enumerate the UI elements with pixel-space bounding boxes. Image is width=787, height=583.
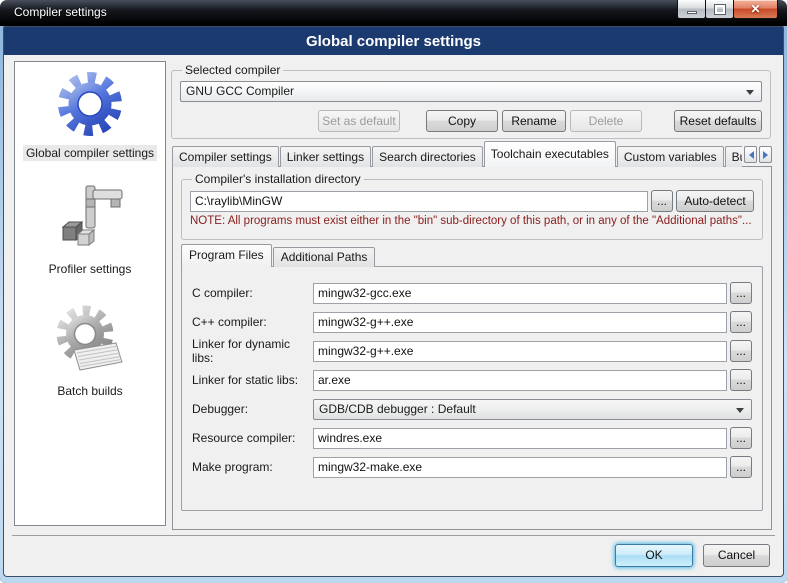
field-label: Linker for dynamic libs: xyxy=(192,337,313,365)
footer-separator xyxy=(12,535,775,536)
selected-compiler-legend: Selected compiler xyxy=(182,63,283,77)
sidebar-item-label: Batch builds xyxy=(54,383,125,399)
sidebar-item-batch-builds[interactable]: Batch builds xyxy=(54,304,125,399)
tab-toolchain-executables[interactable]: Toolchain executables xyxy=(484,141,616,167)
browse-make-program-button[interactable]: ... xyxy=(730,456,752,478)
browse-dynamic-linker-button[interactable]: ... xyxy=(730,340,752,362)
programs-subtab-bar: Program Files Additional Paths xyxy=(181,244,376,267)
minimize-button[interactable] xyxy=(677,0,706,19)
tab-search-directories[interactable]: Search directories xyxy=(372,146,483,167)
tab-scroll-buttons xyxy=(744,146,772,163)
tab-linker-settings[interactable]: Linker settings xyxy=(280,146,371,167)
tab-compiler-settings[interactable]: Compiler settings xyxy=(172,146,279,167)
field-label: Debugger: xyxy=(192,402,313,416)
dialog-header: Global compiler settings xyxy=(4,27,783,55)
titlebar[interactable]: Compiler settings ✕ xyxy=(0,0,787,26)
make-program-input[interactable] xyxy=(313,457,727,478)
subtab-additional-paths[interactable]: Additional Paths xyxy=(273,247,376,267)
auto-detect-button[interactable]: Auto-detect xyxy=(676,190,754,212)
close-icon: ✕ xyxy=(750,2,760,16)
settings-category-list: Global compiler settings xyxy=(14,61,166,526)
maximize-icon xyxy=(715,5,725,14)
blue-gear-icon xyxy=(55,66,125,142)
tab-scroll-left-button[interactable] xyxy=(744,146,757,163)
sidebar-item-profiler-settings[interactable]: Profiler settings xyxy=(46,182,135,277)
dialog-body: Global compiler settings Gl xyxy=(3,26,784,577)
field-label: Linker for static libs: xyxy=(192,373,313,387)
cancel-button[interactable]: Cancel xyxy=(703,544,770,567)
dynamic-linker-input[interactable] xyxy=(313,341,727,362)
browse-cpp-compiler-button[interactable]: ... xyxy=(730,311,752,333)
maximize-button[interactable] xyxy=(705,0,734,19)
caliper-icon xyxy=(55,182,125,258)
sidebar-item-label: Profiler settings xyxy=(46,261,135,277)
installation-directory-legend: Compiler's installation directory xyxy=(192,172,364,186)
compiler-buttons-row: Set as default Copy Rename Delete Reset … xyxy=(180,110,762,132)
field-row-dynamic-linker: Linker for dynamic libs: ... xyxy=(192,340,752,362)
installation-directory-row: ... Auto-detect xyxy=(190,190,754,212)
toolchain-executables-panel: Compiler's installation directory ... Au… xyxy=(172,166,772,530)
field-label: C++ compiler: xyxy=(192,315,313,329)
browse-c-compiler-button[interactable]: ... xyxy=(730,282,752,304)
field-row-c-compiler: C compiler: ... xyxy=(192,282,752,304)
compiler-select[interactable]: GNU GCC Compiler xyxy=(180,81,762,102)
arrow-right-icon xyxy=(763,151,772,159)
tab-strip: Compiler settings Linker settings Search… xyxy=(172,141,742,167)
debugger-select-value: GDB/CDB debugger : Default xyxy=(319,402,476,416)
copy-button[interactable]: Copy xyxy=(426,110,498,132)
compiler-select-value: GNU GCC Compiler xyxy=(186,84,294,98)
field-row-resource-compiler: Resource compiler: ... xyxy=(192,427,752,449)
browse-resource-compiler-button[interactable]: ... xyxy=(730,427,752,449)
field-row-static-linker: Linker for static libs: ... xyxy=(192,369,752,391)
reset-defaults-button[interactable]: Reset defaults xyxy=(674,110,762,132)
browse-directory-button[interactable]: ... xyxy=(651,190,673,212)
tab-scroll-right-button[interactable] xyxy=(759,146,772,163)
delete-button[interactable]: Delete xyxy=(570,110,642,132)
installation-directory-group: Compiler's installation directory ... Au… xyxy=(181,172,763,240)
selected-compiler-group: Selected compiler GNU GCC Compiler Set a… xyxy=(171,63,771,139)
debugger-select[interactable]: GDB/CDB debugger : Default xyxy=(313,399,752,420)
settings-tab-bar: Compiler settings Linker settings Search… xyxy=(172,141,772,167)
field-row-debugger: Debugger: GDB/CDB debugger : Default xyxy=(192,398,752,420)
gray-gear-icon xyxy=(55,304,125,380)
tab-custom-variables[interactable]: Custom variables xyxy=(617,146,724,167)
installation-note: NOTE: All programs must exist either in … xyxy=(190,215,754,227)
installation-directory-input[interactable] xyxy=(190,191,648,212)
static-linker-input[interactable] xyxy=(313,370,727,391)
sidebar-item-global-compiler-settings[interactable]: Global compiler settings xyxy=(23,66,157,161)
c-compiler-input[interactable] xyxy=(313,283,727,304)
set-as-default-button[interactable]: Set as default xyxy=(318,110,400,132)
rename-button[interactable]: Rename xyxy=(502,110,566,132)
field-row-make-program: Make program: ... xyxy=(192,456,752,478)
ok-button[interactable]: OK xyxy=(615,544,693,567)
minimize-icon xyxy=(687,11,697,14)
tab-build-options[interactable]: Build options xyxy=(725,146,742,167)
resource-compiler-input[interactable] xyxy=(313,428,727,449)
sidebar-item-label: Global compiler settings xyxy=(23,145,157,161)
program-files-panel: C compiler: ... C++ compiler: ... Linker… xyxy=(181,266,763,511)
window-controls: ✕ xyxy=(678,0,778,19)
compiler-settings-window: Compiler settings ✕ Global compiler sett… xyxy=(0,0,787,583)
field-label: Make program: xyxy=(192,460,313,474)
field-label: C compiler: xyxy=(192,286,313,300)
close-button[interactable]: ✕ xyxy=(733,0,778,19)
page-title: Global compiler settings xyxy=(306,33,481,50)
arrow-left-icon xyxy=(745,151,754,159)
field-label: Resource compiler: xyxy=(192,431,313,445)
subtab-program-files[interactable]: Program Files xyxy=(181,244,272,267)
browse-static-linker-button[interactable]: ... xyxy=(730,369,752,391)
cpp-compiler-input[interactable] xyxy=(313,312,727,333)
window-title: Compiler settings xyxy=(14,5,107,19)
field-row-cpp-compiler: C++ compiler: ... xyxy=(192,311,752,333)
